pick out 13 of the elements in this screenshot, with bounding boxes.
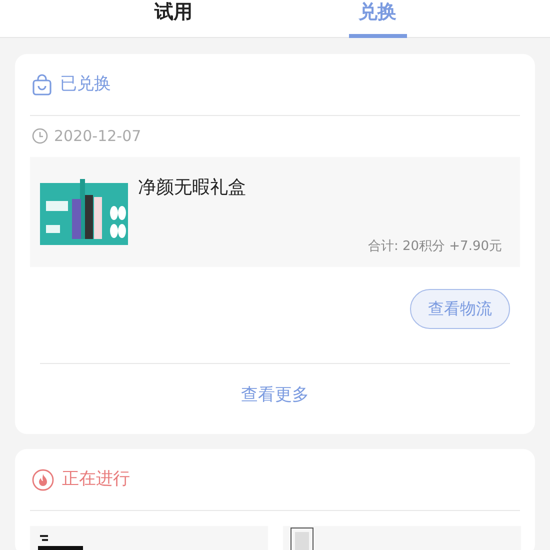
view-more-link[interactable]: 查看更多 [235, 382, 315, 409]
shopping-bag-icon [32, 74, 52, 96]
order-date: 2020-12-07 [54, 126, 142, 147]
tab[interactable]: 试用 [144, 0, 204, 38]
section-title: 已兑换 [60, 72, 111, 96]
product-card[interactable]: 净颜无暇礼盒 合计: 20积分 +7.90元 [30, 156, 520, 266]
order-total: 合计: 20积分 +7.90元 [366, 238, 502, 256]
tab[interactable]: 兑换 [348, 0, 406, 38]
product-name: 净颜无暇礼盒 [138, 176, 247, 200]
section-title: 正在进行 [62, 468, 130, 491]
clock-icon [32, 128, 48, 144]
track-shipping-button[interactable]: 查看物流 [410, 288, 510, 328]
fire-icon [32, 468, 54, 490]
